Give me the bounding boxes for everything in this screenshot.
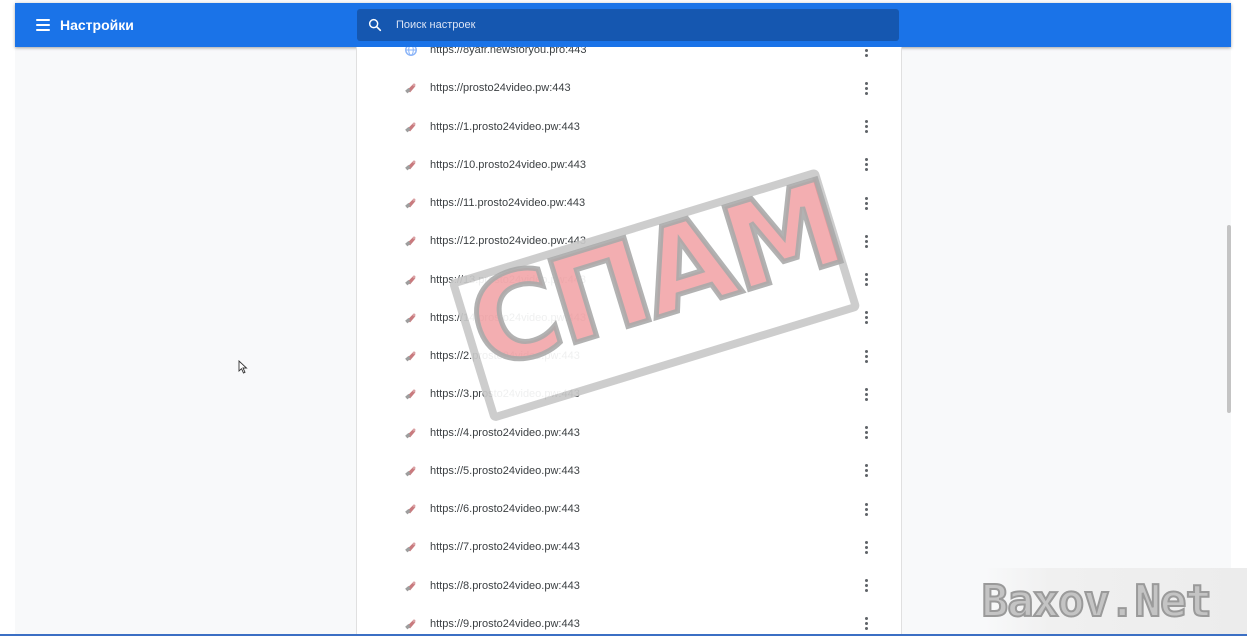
more-actions-button[interactable]: [856, 47, 876, 60]
site-favicon: [405, 581, 416, 591]
page-scrollbar-thumb[interactable]: [1227, 225, 1231, 413]
site-url: https://4.prosto24video.pw:443: [430, 426, 580, 439]
more-actions-button[interactable]: [856, 308, 876, 328]
site-row[interactable]: https://8yafr.newsforyou.pro:443: [357, 47, 901, 69]
search-icon: [368, 18, 382, 32]
more-actions-button[interactable]: [856, 461, 876, 481]
more-actions-button[interactable]: [856, 499, 876, 519]
settings-header: Настройки: [15, 3, 1231, 47]
more-actions-button[interactable]: [856, 614, 876, 634]
more-actions-button[interactable]: [856, 270, 876, 290]
site-url: https://5.prosto24video.pw:443: [430, 464, 580, 477]
site-row[interactable]: https://3.prosto24video.pw:443: [357, 375, 901, 413]
site-favicon: [405, 504, 416, 515]
site-row[interactable]: https://4.prosto24video.pw:443: [357, 414, 901, 452]
window-left-border: [0, 0, 15, 636]
site-list-card: https://8yafr.newsforyou.pro:443 https://…: [356, 47, 902, 636]
site-row[interactable]: https://13.prosto24video.pw:443: [357, 261, 901, 299]
site-favicon: [405, 198, 416, 209]
more-actions-button[interactable]: [856, 346, 876, 366]
search-input[interactable]: [394, 18, 878, 32]
site-row[interactable]: https://6.prosto24video.pw:443: [357, 490, 901, 528]
more-actions-button[interactable]: [856, 423, 876, 443]
globe-icon: [405, 47, 417, 56]
window-right-border: [1231, 0, 1247, 636]
site-url: https://10.prosto24video.pw:443: [430, 158, 586, 171]
site-url: https://14.prosto24video.pw:443: [430, 311, 586, 324]
watermark-label: Baxov.Net: [981, 575, 1213, 628]
site-url: https://2.prosto24video.pw:443: [430, 350, 580, 362]
site-url: https://7.prosto24video.pw:443: [430, 541, 580, 554]
mouse-cursor-icon: [238, 360, 248, 374]
more-actions-button[interactable]: [856, 384, 876, 404]
site-url: https://1.prosto24video.pw:443: [430, 120, 580, 133]
more-actions-button[interactable]: [856, 576, 876, 596]
site-url: https://13.prosto24video.pw:443: [430, 273, 586, 286]
page-title: Настройки: [60, 17, 134, 33]
site-row[interactable]: https://7.prosto24video.pw:443: [357, 528, 901, 566]
site-favicon: [405, 351, 416, 362]
settings-search-box[interactable]: [357, 9, 899, 41]
site-row[interactable]: https://12.prosto24video.pw:443: [357, 222, 901, 260]
site-favicon: [405, 160, 416, 171]
more-actions-button[interactable]: [856, 155, 876, 175]
site-row[interactable]: https://14.prosto24video.pw:443: [357, 299, 901, 337]
more-actions-button[interactable]: [856, 117, 876, 137]
site-favicon: [405, 542, 416, 553]
site-row[interactable]: https://10.prosto24video.pw:443: [357, 146, 901, 184]
site-favicon: [405, 466, 416, 477]
site-row[interactable]: https://prosto24video.pw:443: [357, 69, 901, 107]
site-favicon: [405, 389, 416, 400]
site-url: https://8yafr.newsforyou.pro:443: [430, 47, 587, 56]
site-row[interactable]: https://1.prosto24video.pw:443: [357, 108, 901, 146]
hamburger-icon: [36, 19, 50, 31]
site-row[interactable]: https://5.prosto24video.pw:443: [357, 452, 901, 490]
site-favicon: [405, 236, 416, 247]
site-favicon: [405, 619, 416, 630]
site-url: https://12.prosto24video.pw:443: [430, 235, 586, 248]
site-row[interactable]: https://11.prosto24video.pw:443: [357, 184, 901, 222]
more-actions-button[interactable]: [856, 231, 876, 251]
site-url: https://prosto24video.pw:443: [430, 82, 571, 95]
site-url: https://11.prosto24video.pw:443: [430, 197, 586, 209]
watermark-area: Baxov.Net: [981, 568, 1247, 636]
site-url: https://9.prosto24video.pw:443: [430, 617, 580, 630]
site-row[interactable]: https://9.prosto24video.pw:443: [357, 605, 901, 636]
site-favicon: [405, 313, 416, 324]
more-actions-button[interactable]: [856, 78, 876, 98]
site-favicon: [405, 428, 416, 438]
site-row[interactable]: https://8.prosto24video.pw:443: [357, 567, 901, 605]
site-url: https://8.prosto24video.pw:443: [430, 579, 580, 592]
site-favicon: [405, 275, 416, 285]
site-url: https://6.prosto24video.pw:443: [430, 503, 580, 515]
site-favicon: [405, 122, 416, 132]
more-actions-button[interactable]: [856, 193, 876, 213]
site-url: https://3.prosto24video.pw:443: [430, 388, 580, 401]
site-row[interactable]: https://2.prosto24video.pw:443: [357, 337, 901, 375]
more-actions-button[interactable]: [856, 537, 876, 557]
site-favicon: [405, 83, 416, 94]
main-menu-button[interactable]: [21, 3, 65, 47]
